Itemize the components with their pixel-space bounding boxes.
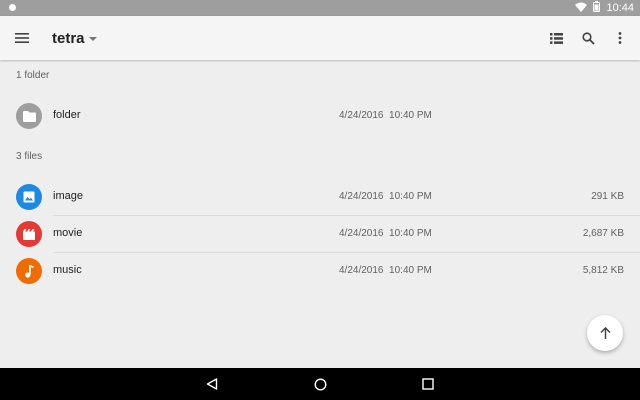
home-icon xyxy=(313,377,327,391)
list-view-button[interactable] xyxy=(544,26,568,50)
battery-icon xyxy=(593,0,601,17)
menu-button[interactable] xyxy=(10,26,34,50)
toolbar: tetra xyxy=(0,16,640,60)
movie-icon-circle xyxy=(16,221,42,247)
music-icon-circle xyxy=(16,258,42,284)
folders-section-header: 1 folder xyxy=(16,70,50,81)
search-icon xyxy=(581,31,595,45)
clock: 10:44 xyxy=(606,2,634,14)
item-name: music xyxy=(53,264,82,276)
screen: 10:44 tetra 1 folder folder 4/24/2016 10… xyxy=(0,0,640,400)
status-bar-right: 10:44 xyxy=(575,0,634,16)
more-vert-icon xyxy=(618,32,622,44)
list-view-icon xyxy=(549,32,563,44)
item-size: 291 KB xyxy=(591,191,624,202)
notification-icon xyxy=(9,4,16,11)
list-item-image[interactable]: image 4/24/2016 10:40 PM 291 KB xyxy=(0,178,640,215)
dropdown-arrow-icon xyxy=(88,29,97,47)
item-size: 2,687 KB xyxy=(582,228,624,239)
toolbar-title: tetra xyxy=(52,29,85,47)
folder-icon xyxy=(22,110,36,122)
arrow-up-icon xyxy=(599,327,611,339)
item-date: 4/24/2016 10:40 PM xyxy=(339,191,432,202)
files-section-header: 3 files xyxy=(16,151,43,162)
status-bar: 10:44 xyxy=(0,0,640,16)
home-button[interactable] xyxy=(310,374,330,394)
item-date: 4/24/2016 10:40 PM xyxy=(339,265,432,276)
item-name: image xyxy=(53,190,83,202)
recents-button[interactable] xyxy=(418,374,438,394)
movie-icon xyxy=(23,228,35,240)
toolbar-actions xyxy=(544,26,632,50)
item-date: 4/24/2016 10:40 PM xyxy=(339,228,432,239)
list-item-folder[interactable]: folder 4/24/2016 10:40 PM xyxy=(0,97,640,134)
recents-icon xyxy=(422,378,434,390)
overflow-menu-button[interactable] xyxy=(608,26,632,50)
navigation-bar xyxy=(0,368,640,400)
item-name: movie xyxy=(53,227,83,239)
image-icon xyxy=(23,191,35,203)
scroll-to-top-button[interactable] xyxy=(587,315,623,351)
image-icon-circle xyxy=(16,184,42,210)
item-date: 4/24/2016 10:40 PM xyxy=(339,110,432,121)
item-size: 5,812 KB xyxy=(582,265,624,276)
hamburger-menu-icon xyxy=(15,33,29,43)
wifi-icon xyxy=(575,0,588,17)
list-item-music[interactable]: music 4/24/2016 10:40 PM 5,812 KB xyxy=(0,252,640,289)
title-dropdown[interactable]: tetra xyxy=(52,16,97,60)
back-icon xyxy=(206,378,218,390)
search-button[interactable] xyxy=(576,26,600,50)
item-name: folder xyxy=(53,109,81,121)
music-note-icon xyxy=(25,264,34,278)
list-item-movie[interactable]: movie 4/24/2016 10:40 PM 2,687 KB xyxy=(0,215,640,252)
file-list: 1 folder folder 4/24/2016 10:40 PM 3 fil… xyxy=(0,60,640,368)
back-button[interactable] xyxy=(202,374,222,394)
folder-icon-circle xyxy=(16,103,42,129)
